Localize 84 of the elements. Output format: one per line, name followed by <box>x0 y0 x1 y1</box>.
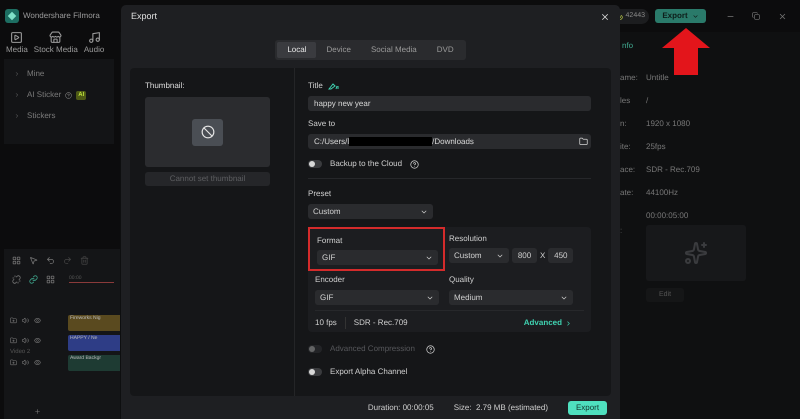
speaker-icon[interactable] <box>22 337 29 344</box>
pointer-icon[interactable] <box>29 256 38 264</box>
option-label: Backup to the Cloud <box>330 158 402 170</box>
close-icon[interactable] <box>600 12 610 22</box>
info-label: : <box>620 225 624 237</box>
field-label: Resolution <box>449 233 488 245</box>
eye-icon[interactable] <box>34 359 41 366</box>
advanced-link[interactable]: Advanced <box>524 317 572 329</box>
eye-icon[interactable] <box>34 317 41 324</box>
info-value: Untitle <box>646 72 669 84</box>
preset-dropdown[interactable]: Custom <box>308 204 433 219</box>
undo-icon[interactable] <box>46 256 55 264</box>
folder-icon[interactable] <box>10 317 17 324</box>
tab[interactable]: Device <box>316 42 361 58</box>
title-field[interactable]: happy new year <box>308 96 591 111</box>
size-text: Size: 2.79 MB (estimated) <box>454 402 548 414</box>
media-icon <box>10 31 24 44</box>
sidebar-item[interactable]: Mine <box>27 68 44 80</box>
thumbnail-label: Thumbnail: <box>145 80 186 92</box>
app-title: Wondershare Filmora <box>23 10 100 22</box>
format-dropdown[interactable]: GIF <box>317 250 438 265</box>
app-logo-icon <box>5 9 19 23</box>
path-text: /Downloads <box>432 136 474 148</box>
add-track-icon[interactable] <box>34 408 41 414</box>
toggle-switch[interactable] <box>308 160 322 168</box>
sidebar-item[interactable]: Stickers <box>27 110 56 122</box>
tab[interactable]: DVD <box>426 42 464 58</box>
speaker-icon[interactable] <box>22 359 29 366</box>
eye-icon[interactable] <box>34 337 41 344</box>
sidebar-item[interactable]: AI Sticker <box>27 89 62 101</box>
field-label: Preset <box>308 188 332 200</box>
tab[interactable]: Local <box>277 42 316 58</box>
toggle-switch[interactable] <box>308 368 322 376</box>
info-value: / <box>646 95 648 107</box>
blocked-icon <box>192 118 223 146</box>
info-value: 00:00:05:00 <box>646 210 688 222</box>
info-value: 25fps <box>646 141 666 153</box>
quality-dropdown[interactable]: Medium <box>449 290 573 305</box>
info-value: 1920 x 1080 <box>646 118 690 130</box>
info-label: n: <box>620 119 627 128</box>
info-tab[interactable]: nfo <box>620 40 800 52</box>
media-tab[interactable]: Stock Media <box>34 31 78 56</box>
media-tab[interactable]: Media <box>6 31 28 56</box>
resolution-dropdown[interactable]: Custom <box>449 248 509 263</box>
music-icon <box>88 31 101 44</box>
folder-icon[interactable] <box>10 337 17 344</box>
option-label: Export Alpha Channel <box>330 366 408 378</box>
restore-icon[interactable] <box>752 12 760 20</box>
tab[interactable]: Social Media <box>360 42 427 58</box>
store-icon <box>49 31 62 44</box>
option-label: Advanced Compression <box>330 343 415 355</box>
info-label: les <box>620 96 630 105</box>
fps-text: 10 fps <box>315 317 346 329</box>
caret-icon <box>692 12 699 20</box>
by-sign: X <box>540 250 546 262</box>
info-value: 44100Hz <box>646 187 678 199</box>
info-label: ame: <box>620 73 638 82</box>
media-tab[interactable]: Audio <box>84 31 104 56</box>
field-label: Save to <box>308 118 336 130</box>
ai-write-icon[interactable] <box>328 82 340 90</box>
chevron-icon <box>565 320 572 326</box>
info-value: SDR - Rec.709 <box>646 164 700 176</box>
dialog-title: Export <box>131 10 158 23</box>
info-label: ate: <box>620 188 634 197</box>
unlink-icon[interactable] <box>12 274 21 284</box>
field-label: Encoder <box>315 274 346 286</box>
color-space-text: SDR - Rec.709 <box>352 317 408 329</box>
path-text: C:/Users/l <box>314 136 350 148</box>
save-path-field[interactable]: C:/Users/l /Downloads <box>308 134 591 149</box>
info-label: ace: <box>620 165 636 174</box>
field-label: Quality <box>449 274 475 286</box>
arrow-annotation <box>662 28 710 75</box>
export-button[interactable]: Export <box>568 400 607 414</box>
height-field[interactable]: 450 <box>548 248 574 263</box>
link-icon[interactable] <box>29 274 38 284</box>
duration-text: Duration: 00:00:05 <box>368 402 434 414</box>
grid-icon[interactable] <box>12 256 21 264</box>
field-label: Format <box>317 235 344 247</box>
width-field[interactable]: 800 <box>512 248 537 263</box>
folder-icon[interactable] <box>10 359 17 366</box>
speaker-icon[interactable] <box>22 317 29 324</box>
info-label: ite: <box>620 142 631 151</box>
encoder-dropdown[interactable]: GIF <box>315 290 439 305</box>
field-label: Title <box>308 80 323 92</box>
